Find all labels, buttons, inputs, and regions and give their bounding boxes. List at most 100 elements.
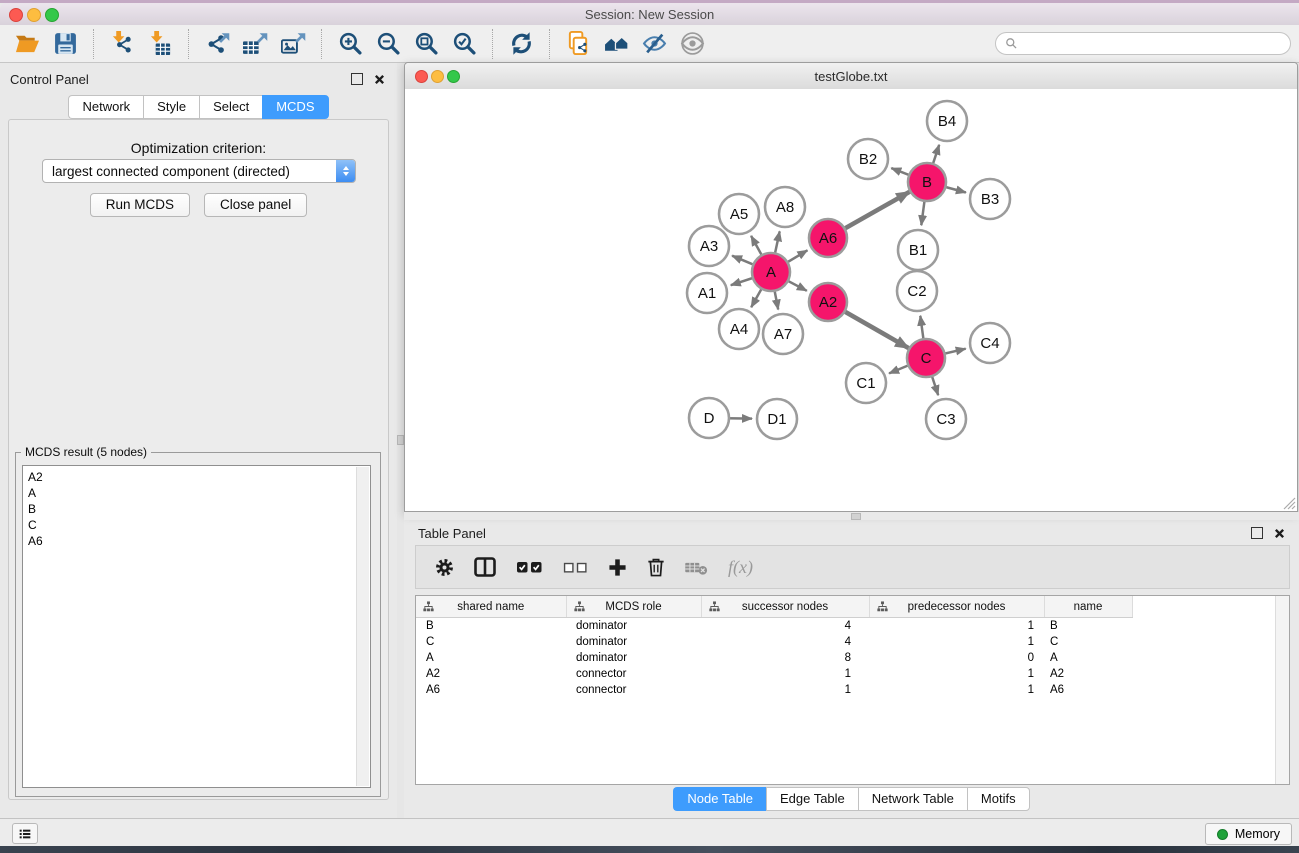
graph-node-A5[interactable]: A5 [719, 194, 759, 234]
mcds-result-item[interactable]: B [28, 501, 370, 517]
table-cell[interactable]: connector [566, 666, 701, 682]
search-box[interactable] [995, 32, 1291, 55]
close-panel-icon[interactable] [374, 74, 385, 85]
deselect-all-icon[interactable] [563, 561, 588, 574]
result-list-scrollbar[interactable] [356, 467, 369, 786]
float-panel-icon[interactable] [351, 73, 363, 85]
tab-style[interactable]: Style [143, 95, 199, 119]
table-cell[interactable]: A6 [416, 682, 566, 698]
table-cell[interactable]: B [1044, 618, 1132, 635]
table-cell[interactable]: 0 [869, 650, 1044, 666]
column-header-predecessor-nodes[interactable]: predecessor nodes [869, 596, 1044, 618]
table-cell[interactable]: C [1044, 634, 1132, 650]
divider-handle[interactable] [851, 513, 861, 520]
new-network-from-selection-icon[interactable] [559, 28, 597, 59]
mcds-result-item[interactable]: A [28, 485, 370, 501]
export-network-icon[interactable] [198, 28, 236, 59]
mcds-result-item[interactable]: C [28, 517, 370, 533]
add-row-icon[interactable] [608, 558, 627, 577]
close-panel-icon[interactable] [1274, 528, 1285, 539]
table-cell[interactable]: dominator [566, 650, 701, 666]
graph-node-A[interactable]: A [752, 253, 790, 291]
graph-node-A7[interactable]: A7 [763, 314, 803, 354]
table-cell[interactable]: C [416, 634, 566, 650]
table-cell[interactable]: A2 [416, 666, 566, 682]
table-scrollbar[interactable] [1275, 596, 1289, 784]
table-cell[interactable]: B [416, 618, 566, 635]
table-cell[interactable]: A [416, 650, 566, 666]
mcds-result-item[interactable]: A2 [28, 469, 370, 485]
graph-node-C1[interactable]: C1 [846, 363, 886, 403]
graph-node-B[interactable]: B [908, 163, 946, 201]
tab-mcds[interactable]: MCDS [262, 95, 328, 119]
table-cell[interactable]: 8 [701, 650, 869, 666]
mcds-result-item[interactable]: A6 [28, 533, 370, 549]
graph-node-A2[interactable]: A2 [809, 283, 847, 321]
open-session-icon[interactable] [8, 28, 46, 59]
tab-network-table[interactable]: Network Table [858, 787, 967, 811]
import-table-icon[interactable] [141, 28, 179, 59]
zoom-selected-icon[interactable] [445, 28, 483, 59]
table-row[interactable]: A6connector11A6 [416, 682, 1133, 698]
graph-node-B2[interactable]: B2 [848, 139, 888, 179]
graph-node-C4[interactable]: C4 [970, 323, 1010, 363]
column-header-name[interactable]: name [1044, 596, 1132, 618]
table-cell[interactable]: 1 [869, 634, 1044, 650]
tab-select[interactable]: Select [199, 95, 262, 119]
refresh-icon[interactable] [502, 28, 540, 59]
graph-node-D1[interactable]: D1 [757, 399, 797, 439]
network-window-titlebar[interactable]: testGlobe.txt [405, 63, 1297, 90]
table-cell[interactable]: 4 [701, 618, 869, 635]
import-network-icon[interactable] [103, 28, 141, 59]
run-mcds-button[interactable]: Run MCDS [90, 193, 190, 217]
table-cell[interactable]: 1 [701, 666, 869, 682]
table-cell[interactable]: 4 [701, 634, 869, 650]
graph-node-C2[interactable]: C2 [897, 271, 937, 311]
table-cell[interactable]: connector [566, 682, 701, 698]
search-input[interactable] [1024, 36, 1281, 52]
tab-node-table[interactable]: Node Table [673, 787, 766, 811]
table-cell[interactable]: A [1044, 650, 1132, 666]
close-panel-button[interactable]: Close panel [204, 193, 307, 217]
table-cell[interactable]: dominator [566, 634, 701, 650]
hide-selected-icon[interactable] [635, 28, 673, 59]
graph-node-A8[interactable]: A8 [765, 187, 805, 227]
optimization-criterion-dropdown[interactable]: largest connected component (directed) [42, 159, 356, 183]
graph-node-D[interactable]: D [689, 398, 729, 438]
memory-button[interactable]: Memory [1205, 823, 1292, 845]
graph-node-A4[interactable]: A4 [719, 309, 759, 349]
graph-node-A3[interactable]: A3 [689, 226, 729, 266]
column-header-successor-nodes[interactable]: successor nodes [701, 596, 869, 618]
settings-icon[interactable] [435, 558, 454, 577]
task-history-button[interactable] [12, 823, 38, 844]
table-row[interactable]: Adominator80A [416, 650, 1133, 666]
resize-grip-icon[interactable] [1283, 497, 1296, 510]
graph-node-B4[interactable]: B4 [927, 101, 967, 141]
table-cell[interactable]: 1 [869, 666, 1044, 682]
zoom-out-icon[interactable] [369, 28, 407, 59]
column-header-MCDS-role[interactable]: MCDS role [566, 596, 701, 618]
horizontal-split-divider[interactable] [404, 512, 1299, 520]
export-image-icon[interactable] [274, 28, 312, 59]
graph-node-B3[interactable]: B3 [970, 179, 1010, 219]
zoom-in-icon[interactable] [331, 28, 369, 59]
vertical-split-divider[interactable] [397, 63, 404, 818]
graph-node-C[interactable]: C [907, 339, 945, 377]
zoom-fit-icon[interactable] [407, 28, 445, 59]
save-session-icon[interactable] [46, 28, 84, 59]
table-cell[interactable]: dominator [566, 618, 701, 635]
network-canvas[interactable]: B4B2BB3A5A8A6A3B1AA1C2A2A4A7C4CC1C3DD1 [405, 89, 1297, 511]
float-panel-icon[interactable] [1251, 527, 1263, 539]
tab-motifs[interactable]: Motifs [967, 787, 1030, 811]
table-row[interactable]: Cdominator41C [416, 634, 1133, 650]
tab-network[interactable]: Network [68, 95, 143, 119]
table-cell[interactable]: 1 [869, 618, 1044, 635]
table-cell[interactable]: 1 [701, 682, 869, 698]
graph-node-C3[interactable]: C3 [926, 399, 966, 439]
delete-row-icon[interactable] [647, 557, 665, 577]
graph-node-B1[interactable]: B1 [898, 230, 938, 270]
divider-handle[interactable] [397, 435, 404, 445]
table-row[interactable]: A2connector11A2 [416, 666, 1133, 682]
column-header-shared-name[interactable]: shared name [416, 596, 566, 618]
graph-node-A1[interactable]: A1 [687, 273, 727, 313]
